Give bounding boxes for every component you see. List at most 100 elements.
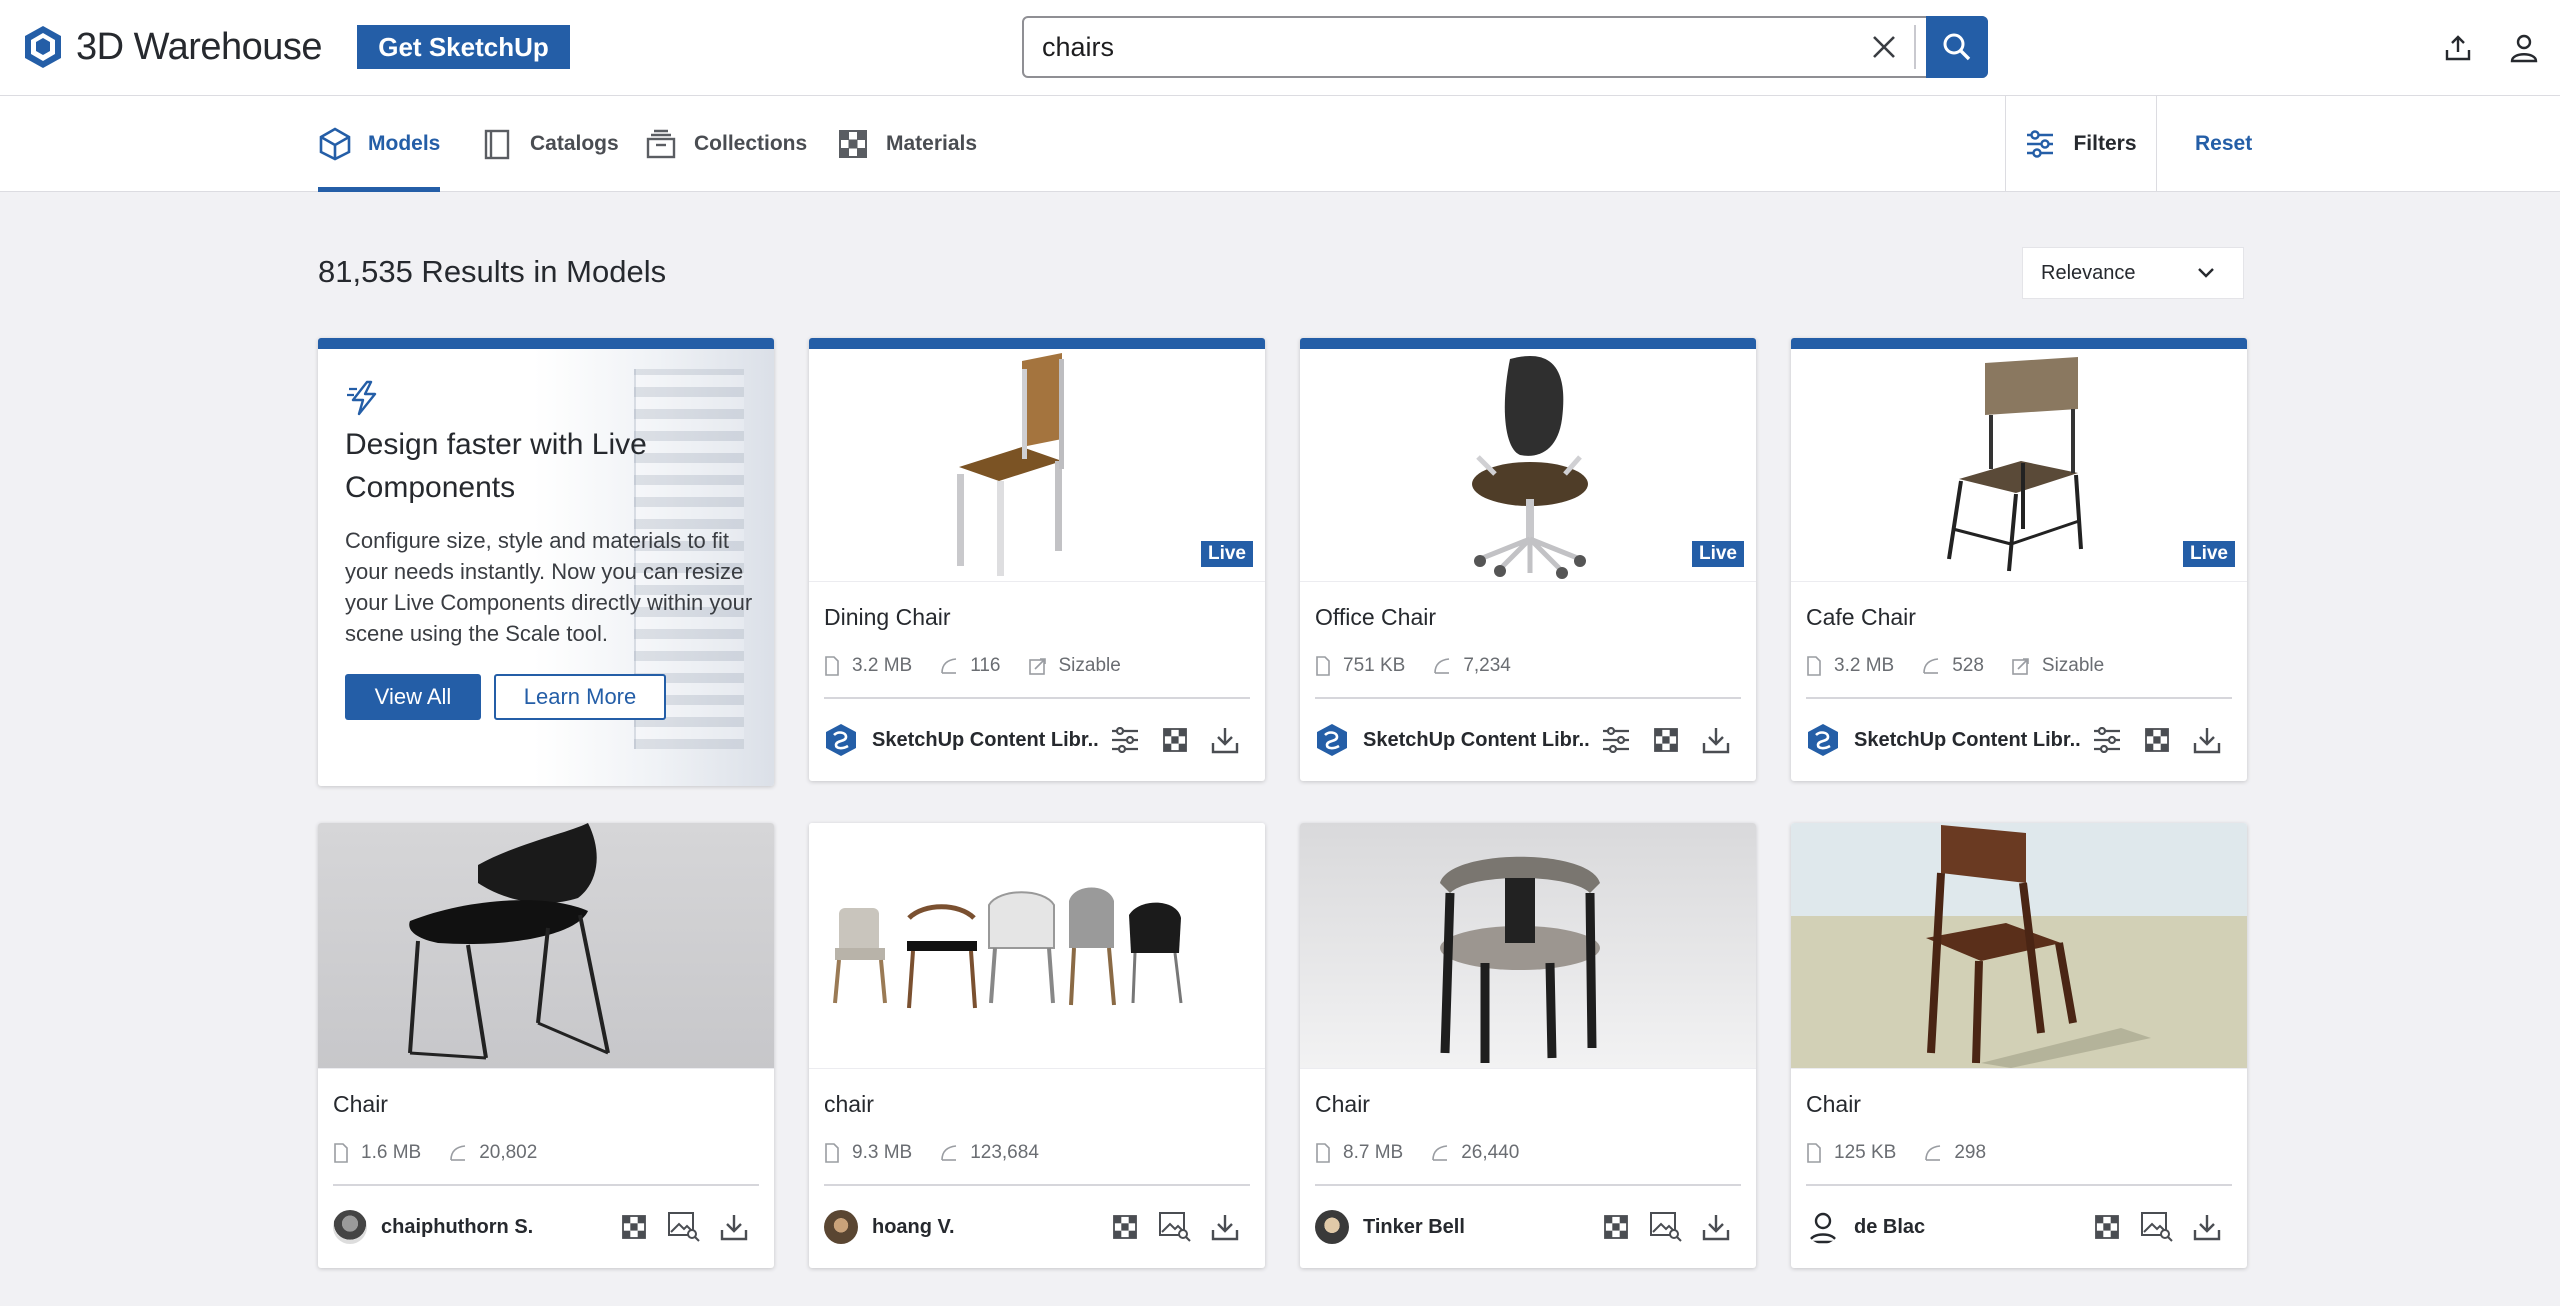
avatar[interactable] (1315, 1210, 1349, 1244)
download-button[interactable] (2182, 720, 2232, 760)
download-button[interactable] (709, 1207, 759, 1247)
category-tabs: Models Catalogs Collections Materials Fi… (0, 96, 2560, 192)
materials-button[interactable] (1100, 1207, 1150, 1247)
model-thumbnail[interactable] (809, 823, 1265, 1068)
tab-collections[interactable]: Collections (644, 96, 807, 192)
live-badge: Live (1691, 541, 1744, 567)
model-title[interactable]: chair (809, 1068, 1265, 1124)
promo-description: Configure size, style and materials to f… (345, 528, 753, 646)
model-title[interactable]: Cafe Chair (1791, 581, 2247, 637)
get-sketchup-button[interactable]: Get SketchUp (357, 25, 570, 69)
image-preview-icon (1159, 1212, 1191, 1242)
wooden-chair-image (1926, 825, 2151, 1068)
avatar[interactable] (824, 1210, 858, 1244)
collection-icon (646, 129, 676, 159)
upload-icon (2445, 35, 2471, 61)
office-chair-image (1472, 355, 1588, 579)
model-card[interactable]: Live Office Chair 751 KB 7,234 SketchUp … (1300, 338, 1756, 781)
sort-value: Relevance (2041, 261, 2136, 284)
file-icon (1807, 656, 1821, 676)
download-button[interactable] (1691, 720, 1741, 760)
sort-dropdown[interactable]: Relevance (2022, 247, 2244, 299)
model-thumbnail[interactable]: Live (1300, 349, 1756, 581)
tab-label: Materials (886, 132, 978, 155)
view-image-button[interactable] (659, 1207, 709, 1247)
materials-button[interactable] (2082, 1207, 2132, 1247)
default-avatar[interactable] (1806, 1210, 1840, 1244)
model-card[interactable]: Chair 8.7 MB 26,440 Tinker Bell (1300, 823, 1756, 1268)
tab-materials[interactable]: Materials (836, 96, 977, 192)
model-title[interactable]: Chair (1791, 1068, 2247, 1124)
author-name[interactable]: hoang V. (872, 1216, 1100, 1239)
top-bar: 3D Warehouse Get SketchUp (0, 0, 2560, 96)
black-chair-image (408, 823, 610, 1060)
model-author: chaiphuthorn S. (318, 1186, 774, 1268)
materials-button[interactable] (1150, 720, 1200, 760)
model-card[interactable]: Live Dining Chair 3.2 MB 116 Sizable Ske… (809, 338, 1265, 781)
download-button[interactable] (2182, 1207, 2232, 1247)
model-title[interactable]: Chair (1300, 1068, 1756, 1124)
account-button[interactable] (2506, 30, 2542, 66)
search-button[interactable] (1926, 16, 1988, 78)
view-image-button[interactable] (1641, 1207, 1691, 1247)
model-title[interactable]: Chair (318, 1068, 774, 1124)
model-meta: 3.2 MB 116 Sizable (809, 637, 1265, 681)
model-card[interactable]: Chair 125 KB 298 de Blac (1791, 823, 2247, 1268)
download-button[interactable] (1691, 1207, 1741, 1247)
configure-button[interactable] (1591, 720, 1641, 760)
tab-models[interactable]: Models (318, 96, 441, 192)
author-name[interactable]: SketchUp Content Libr... (1854, 729, 2082, 752)
model-title[interactable]: Office Chair (1300, 581, 1756, 637)
file-size: 751 KB (1343, 655, 1406, 676)
search-input[interactable] (1024, 18, 1854, 76)
view-image-button[interactable] (1150, 1207, 1200, 1247)
model-card[interactable]: chair 9.3 MB 123,684 hoang V. (809, 823, 1265, 1268)
file-size: 1.6 MB (361, 1142, 422, 1163)
materials-button[interactable] (2132, 720, 2182, 760)
author-name[interactable]: Tinker Bell (1363, 1216, 1591, 1239)
model-thumbnail[interactable] (1300, 823, 1756, 1068)
model-meta: 8.7 MB 26,440 (1300, 1124, 1756, 1168)
model-title[interactable]: Dining Chair (809, 581, 1265, 637)
materials-button[interactable] (1641, 720, 1691, 760)
model-thumbnail[interactable] (318, 823, 774, 1068)
sketchup-avatar[interactable] (1315, 723, 1349, 757)
sketchup-avatar[interactable] (1806, 723, 1840, 757)
download-button[interactable] (1200, 720, 1250, 760)
reset-link[interactable]: Reset (2195, 96, 2252, 192)
view-all-button[interactable]: View All (345, 674, 481, 720)
materials-icon (1604, 1215, 1628, 1239)
sketchup-avatar[interactable] (824, 723, 858, 757)
model-thumbnail[interactable]: Live (809, 349, 1265, 581)
author-name[interactable]: SketchUp Content Libr... (872, 729, 1100, 752)
clear-search-button[interactable] (1854, 18, 1914, 76)
file-icon (1807, 1143, 1821, 1163)
results-count: 81,535 Results in Models (318, 254, 667, 289)
site-logo[interactable]: 3D Warehouse (22, 24, 323, 70)
upload-button[interactable] (2440, 30, 2476, 66)
downloads-icon (941, 658, 957, 674)
download-button[interactable] (1200, 1207, 1250, 1247)
author-name[interactable]: SketchUp Content Libr... (1363, 729, 1591, 752)
configure-button[interactable] (1100, 720, 1150, 760)
materials-button[interactable] (1591, 1207, 1641, 1247)
model-card[interactable]: Live Cafe Chair 3.2 MB 528 Sizable Sketc… (1791, 338, 2247, 781)
configure-button[interactable] (2082, 720, 2132, 760)
logo-text: 3D Warehouse (76, 25, 323, 68)
learn-more-button[interactable]: Learn More (494, 674, 666, 720)
model-thumbnail[interactable]: Live (1791, 349, 2247, 581)
download-icon (1702, 728, 1730, 754)
tab-catalogs[interactable]: Catalogs (480, 96, 619, 192)
download-icon (2193, 1215, 2221, 1241)
view-image-button[interactable] (2132, 1207, 2182, 1247)
model-thumbnail[interactable] (1791, 823, 2247, 1068)
filters-button[interactable]: Filters (2005, 96, 2157, 192)
file-size: 9.3 MB (852, 1142, 913, 1163)
author-name[interactable]: de Blac (1854, 1216, 2082, 1239)
materials-icon (1163, 728, 1187, 752)
avatar[interactable] (333, 1210, 367, 1244)
author-name[interactable]: chaiphuthorn S. (381, 1216, 609, 1239)
model-card[interactable]: Chair 1.6 MB 20,802 chaiphuthorn S. (318, 823, 774, 1268)
materials-button[interactable] (609, 1207, 659, 1247)
sliders-icon (1603, 727, 1629, 753)
